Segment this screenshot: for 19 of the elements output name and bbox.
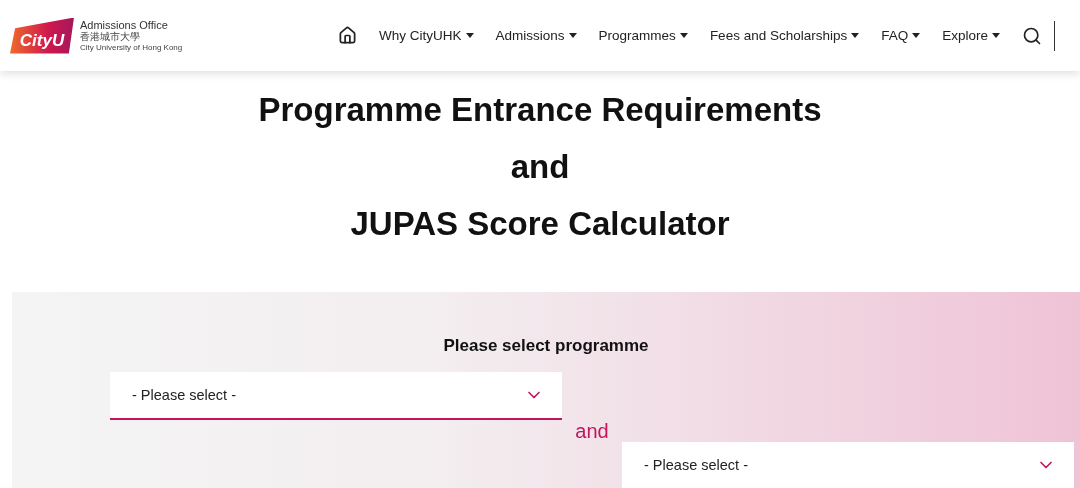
english-name: City University of Hong Kong: [80, 43, 183, 52]
and-label: and: [575, 420, 609, 443]
programme-select[interactable]: - Please select -: [110, 372, 562, 420]
page-title: and: [510, 147, 570, 187]
nav-link[interactable]: Admissions: [495, 28, 577, 43]
page-title: JUPAS Score Calculator: [350, 204, 730, 244]
chinese-name: 香港城市大學: [80, 32, 141, 42]
nav-link[interactable]: Explore: [942, 28, 1000, 43]
selector-heading: Please select programme: [443, 336, 649, 356]
nav-link[interactable]: Why CityUHK: [379, 28, 474, 43]
nav-link[interactable]: Fees and Scholarships: [709, 28, 860, 43]
programme-select[interactable]: - Please select -: [622, 442, 1074, 488]
page-title: Programme Entrance Requirements: [258, 90, 822, 130]
office-name: Admissions Office: [80, 19, 169, 31]
home-icon[interactable]: [338, 26, 358, 45]
cityu-logo: CityU: [10, 17, 74, 54]
nav-link[interactable]: Programmes: [598, 28, 688, 43]
search-icon[interactable]: [1022, 25, 1042, 46]
nav-link[interactable]: FAQ: [881, 28, 921, 43]
